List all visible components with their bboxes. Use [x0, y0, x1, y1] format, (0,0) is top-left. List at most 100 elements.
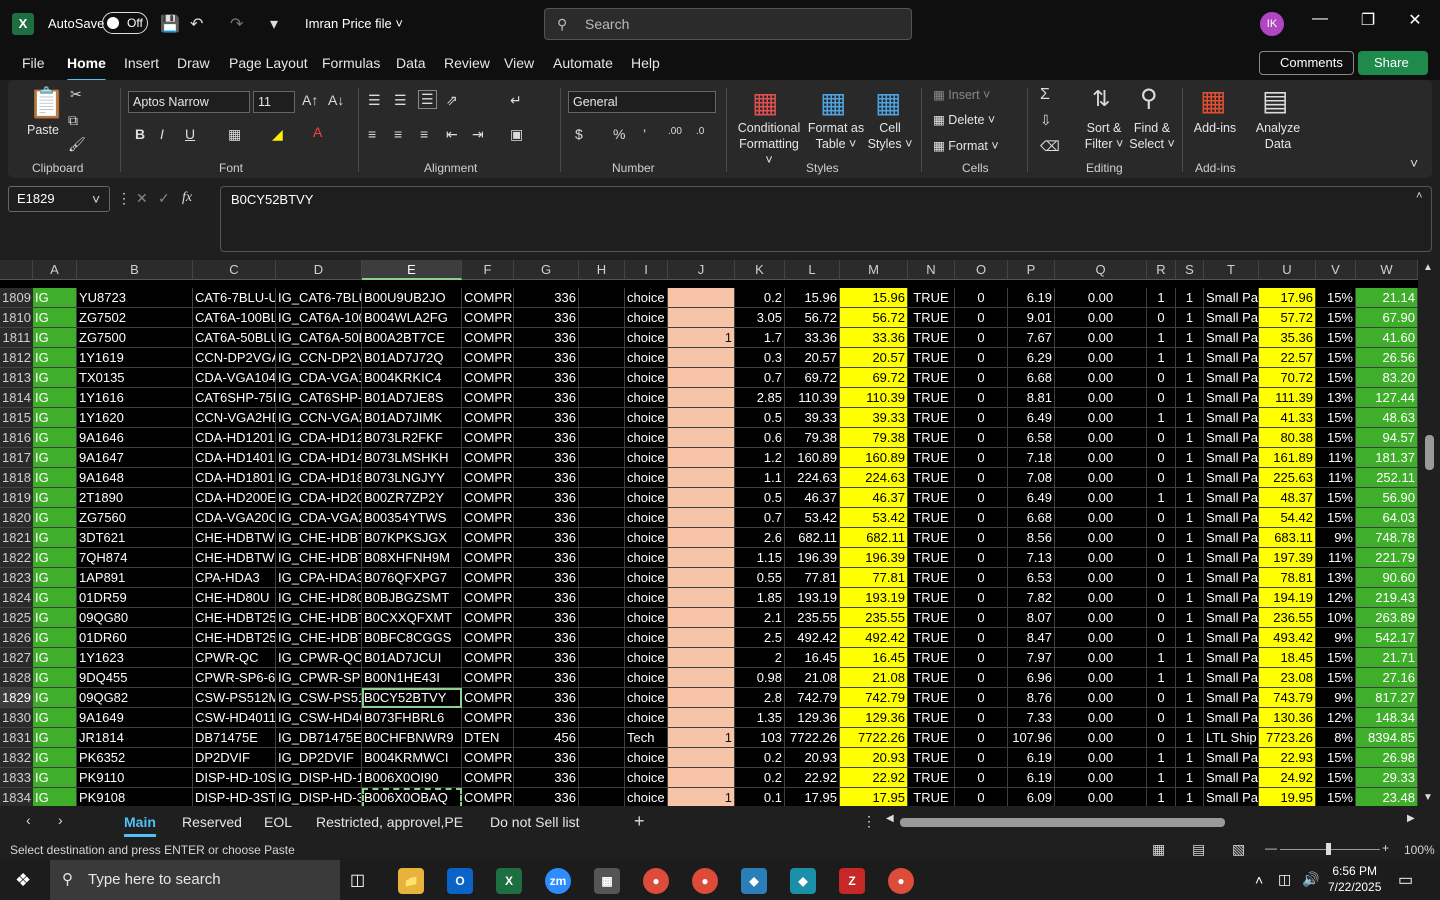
close-icon[interactable]: ✕ — [1400, 10, 1430, 30]
cell-h1831[interactable] — [579, 728, 625, 748]
cell-a1824[interactable]: IG — [33, 588, 77, 608]
cell-g1829[interactable]: 336 — [514, 688, 579, 708]
cell-n1828[interactable]: TRUE — [908, 668, 955, 688]
cell-i1815[interactable]: choice — [625, 408, 668, 428]
cell-g1819[interactable]: 336 — [514, 488, 579, 508]
vertical-scrollbar[interactable] — [1418, 260, 1440, 806]
cell-k1828[interactable]: 0.98 — [735, 668, 785, 688]
cell-m1829[interactable]: 742.79 — [840, 688, 908, 708]
zoom-in-icon[interactable]: + — [1382, 841, 1389, 855]
cell-n1829[interactable]: TRUE — [908, 688, 955, 708]
cell-p1817[interactable]: 7.18 — [1008, 448, 1055, 468]
cell-i1809[interactable]: choice — [625, 288, 668, 308]
cell-o1828[interactable]: 0 — [955, 668, 1008, 688]
cell-t1826[interactable]: Small Pa — [1204, 628, 1259, 648]
cell-b1832[interactable]: PK6352 — [77, 748, 193, 768]
cell-n1831[interactable]: TRUE — [908, 728, 955, 748]
cell-m1815[interactable]: 39.33 — [840, 408, 908, 428]
cell-u1831[interactable]: 7723.26 — [1259, 728, 1316, 748]
cell-i1820[interactable]: choice — [625, 508, 668, 528]
cell-d1819[interactable]: IG_CDA-HD20 — [276, 488, 362, 508]
cell-b1822[interactable]: 7QH874 — [77, 548, 193, 568]
cell-d1820[interactable]: IG_CDA-VGA2 — [276, 508, 362, 528]
cut-icon[interactable]: ✂ — [70, 86, 82, 103]
name-box-dropdown-icon[interactable]: ˅ — [92, 191, 100, 207]
cell-p1828[interactable]: 6.96 — [1008, 668, 1055, 688]
tab-eol[interactable]: EOL — [264, 814, 292, 830]
cell-q1832[interactable]: 0.00 — [1055, 748, 1147, 768]
zoom-level[interactable]: 100% — [1404, 843, 1435, 857]
cell-v1823[interactable]: 13% — [1316, 568, 1356, 588]
cell-r1819[interactable]: 1 — [1147, 488, 1176, 508]
cell-m1821[interactable]: 682.11 — [840, 528, 908, 548]
cell-e1821[interactable]: B07KPKSJGX — [362, 528, 462, 548]
cell-k1822[interactable]: 1.15 — [735, 548, 785, 568]
cell-r1817[interactable]: 0 — [1147, 448, 1176, 468]
italic-icon[interactable]: I — [160, 126, 164, 142]
cell-a1812[interactable]: IG — [33, 348, 77, 368]
cell-l1832[interactable]: 20.93 — [785, 748, 840, 768]
cell-i1819[interactable]: choice — [625, 488, 668, 508]
cell-u1827[interactable]: 18.45 — [1259, 648, 1316, 668]
cell-j1820[interactable] — [668, 508, 735, 528]
cell-h1828[interactable] — [579, 668, 625, 688]
cell-d1821[interactable]: IG_CHE-HDBT — [276, 528, 362, 548]
cell-u1833[interactable]: 24.92 — [1259, 768, 1316, 788]
share-button[interactable]: Share — [1358, 51, 1428, 75]
cell-g1818[interactable]: 336 — [514, 468, 579, 488]
cell-n1834[interactable]: TRUE — [908, 788, 955, 806]
cell-u1813[interactable]: 70.72 — [1259, 368, 1316, 388]
cell-n1811[interactable]: TRUE — [908, 328, 955, 348]
cell-a1821[interactable]: IG — [33, 528, 77, 548]
cell-h1819[interactable] — [579, 488, 625, 508]
cell-h1812[interactable] — [579, 348, 625, 368]
cell-m1826[interactable]: 492.42 — [840, 628, 908, 648]
cell-t1814[interactable]: Small Pa — [1204, 388, 1259, 408]
cell-d1831[interactable]: IG_DB71475E — [276, 728, 362, 748]
cell-j1818[interactable] — [668, 468, 735, 488]
row-header[interactable]: 1829 — [0, 688, 33, 708]
align-middle-icon[interactable]: ☰ — [394, 92, 407, 109]
column-header-r[interactable]: R — [1147, 260, 1176, 280]
cell-j1813[interactable] — [668, 368, 735, 388]
cell-o1811[interactable]: 0 — [955, 328, 1008, 348]
cell-a1816[interactable]: IG — [33, 428, 77, 448]
calculator-icon[interactable]: ▦ — [594, 868, 620, 894]
cell-m1814[interactable]: 110.39 — [840, 388, 908, 408]
cell-b1815[interactable]: 1Y1620 — [77, 408, 193, 428]
cell-u1810[interactable]: 57.72 — [1259, 308, 1316, 328]
cell-t1812[interactable]: Small Pa — [1204, 348, 1259, 368]
cell-r1825[interactable]: 0 — [1147, 608, 1176, 628]
cell-j1826[interactable] — [668, 628, 735, 648]
tabs-more-icon[interactable]: ⋮ — [862, 813, 876, 830]
cell-p1810[interactable]: 9.01 — [1008, 308, 1055, 328]
cell-q1811[interactable]: 0.00 — [1055, 328, 1147, 348]
cell-c1812[interactable]: CCN-DP2VGA — [193, 348, 276, 368]
cell-q1818[interactable]: 0.00 — [1055, 468, 1147, 488]
cell-c1816[interactable]: CDA-HD12018 — [193, 428, 276, 448]
cell-b1817[interactable]: 9A1647 — [77, 448, 193, 468]
windows-start-icon[interactable]: ❖ — [15, 870, 31, 891]
tab-do-not-sell[interactable]: Do not Sell list — [490, 814, 579, 830]
cell-o1834[interactable]: 0 — [955, 788, 1008, 806]
cell-m1813[interactable]: 69.72 — [840, 368, 908, 388]
comma-style-icon[interactable]: ’ — [643, 126, 646, 142]
cell-c1821[interactable]: CHE-HDBTWF — [193, 528, 276, 548]
cell-d1810[interactable]: IG_CAT6A-100 — [276, 308, 362, 328]
cell-b1827[interactable]: 1Y1623 — [77, 648, 193, 668]
cell-u1811[interactable]: 35.36 — [1259, 328, 1316, 348]
cell-m1834[interactable]: 17.95 — [840, 788, 908, 806]
cell-v1820[interactable]: 15% — [1316, 508, 1356, 528]
cell-b1828[interactable]: 9DQ455 — [77, 668, 193, 688]
cell-r1809[interactable]: 1 — [1147, 288, 1176, 308]
cell-k1814[interactable]: 2.85 — [735, 388, 785, 408]
cell-g1826[interactable]: 336 — [514, 628, 579, 648]
cell-r1823[interactable]: 0 — [1147, 568, 1176, 588]
save-icon[interactable]: 💾 — [160, 14, 180, 34]
cell-g1822[interactable]: 336 — [514, 548, 579, 568]
cell-d1828[interactable]: IG_CPWR-SP6 — [276, 668, 362, 688]
cell-q1813[interactable]: 0.00 — [1055, 368, 1147, 388]
cell-q1823[interactable]: 0.00 — [1055, 568, 1147, 588]
cell-b1824[interactable]: 01DR59 — [77, 588, 193, 608]
cell-t1830[interactable]: Small Pa — [1204, 708, 1259, 728]
